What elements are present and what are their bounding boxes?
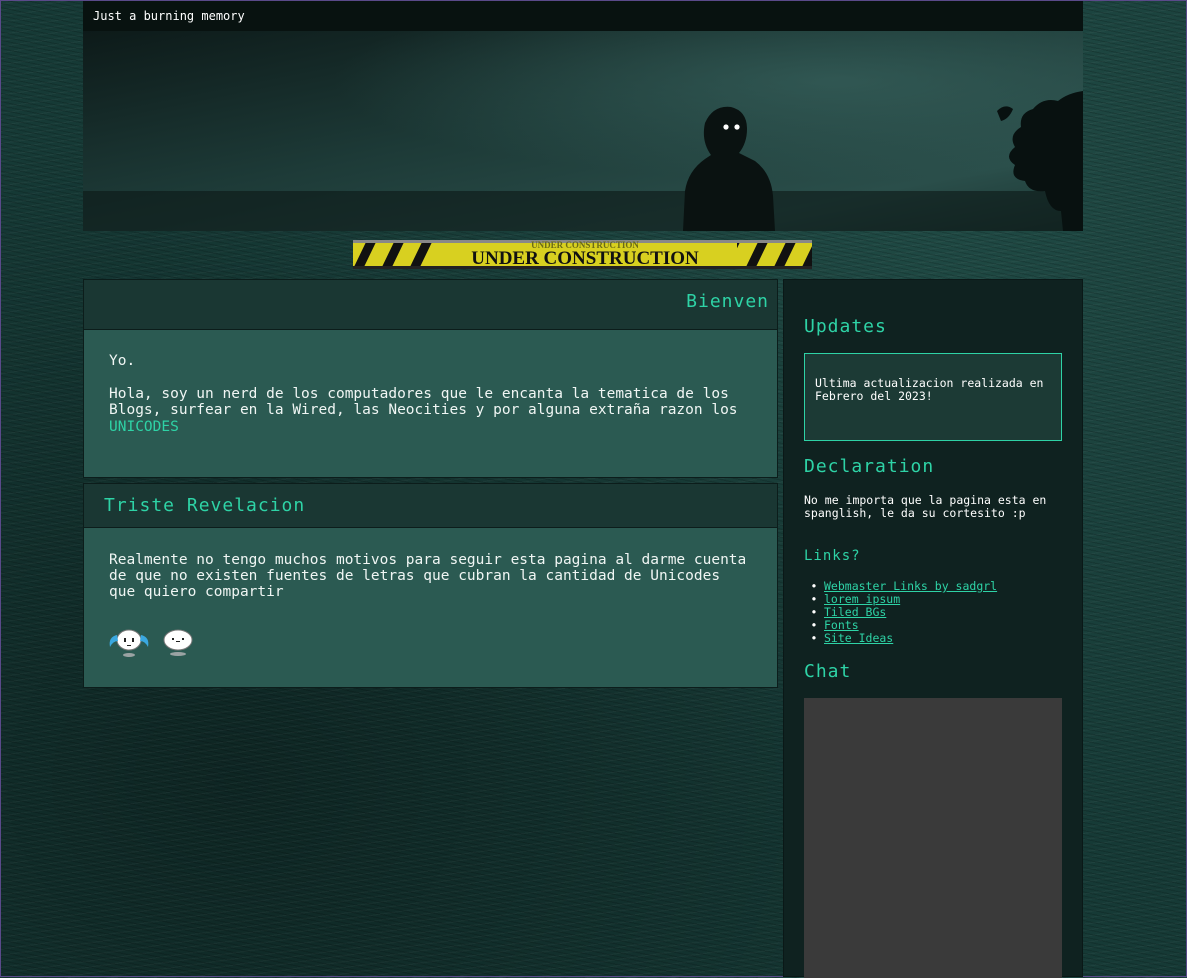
sidebar: Updates Ultima actualizacion realizada e… xyxy=(783,279,1083,978)
updates-text: Ultima actualizacion realizada en Febrer… xyxy=(815,376,1044,403)
declaration-heading: Declaration xyxy=(804,456,935,477)
site-title: Just a burning memory xyxy=(93,9,245,23)
links-heading: Links? xyxy=(804,548,861,564)
link-item: • Site Ideas xyxy=(810,631,894,645)
revelation-text: Realmente no tengo muchos motivos para s… xyxy=(109,552,747,600)
header-image xyxy=(83,31,1083,231)
banner-text: UNDER CONSTRUCTION xyxy=(471,248,699,269)
welcome-greeting: Yo. xyxy=(109,353,136,369)
chat-heading: Chat xyxy=(804,661,852,682)
unicodes-link[interactable]: UNICODES xyxy=(109,419,179,435)
updates-heading: Updates xyxy=(804,316,887,337)
webmaster-links-link[interactable]: Webmaster Links by sadgrl xyxy=(824,579,997,593)
chat-frame[interactable] xyxy=(804,698,1062,978)
lorem-ipsum-link[interactable]: lorem ipsum xyxy=(824,592,900,606)
revelation-heading: Triste Revelacion xyxy=(104,495,306,516)
header-bar: Just a burning memory xyxy=(83,1,1083,31)
welcome-panel: Bienven Yo. Hola, soy un nerd de los com… xyxy=(83,279,778,478)
updates-box: Ultima actualizacion realizada en Febrer… xyxy=(804,353,1062,441)
blue-pigtail-face-icon xyxy=(109,629,149,657)
welcome-heading: Bienven xyxy=(686,291,769,312)
welcome-text: Hola, soy un nerd de los computadores qu… xyxy=(109,386,749,436)
revelation-panel-header: Triste Revelacion xyxy=(84,484,777,528)
under-construction-banner: UNDER CONSTRUCTION UNDER CONSTRUCTION xyxy=(353,240,812,269)
links-list: • Webmaster Links by sadgrl • lorem ipsum … xyxy=(804,579,998,645)
welcome-paragraph: Hola, soy un nerd de los computadores qu… xyxy=(109,385,738,419)
tiled-bgs-link[interactable]: Tiled BGs xyxy=(824,605,886,619)
site-ideas-link[interactable]: Site Ideas xyxy=(824,631,893,645)
welcome-panel-header: Bienven xyxy=(84,280,777,330)
declaration-text: No me importa que la pagina esta en span… xyxy=(804,493,1047,520)
welcome-body: Yo. Hola, soy un nerd de los computadore… xyxy=(109,353,749,435)
header: Just a burning memory xyxy=(83,1,1083,231)
fonts-link[interactable]: Fonts xyxy=(824,618,859,632)
white-blob-face-icon xyxy=(163,629,193,656)
